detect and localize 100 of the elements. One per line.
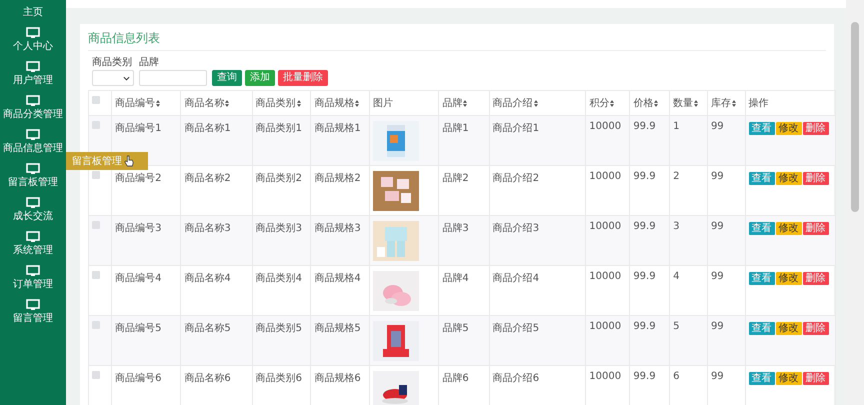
sort-icon[interactable] <box>225 100 230 106</box>
table-cell: 商品类别6 <box>256 373 302 384</box>
table-cell: 商品名称2 <box>184 173 231 184</box>
table-cell: 3 <box>673 221 680 232</box>
delete-button[interactable]: 删除 <box>802 172 829 185</box>
row-checkbox[interactable] <box>92 121 100 129</box>
table-cell: 商品类别3 <box>256 223 302 234</box>
column-header: 库存 <box>710 96 731 110</box>
row-checkbox[interactable] <box>92 221 100 229</box>
row-checkbox[interactable] <box>92 271 100 279</box>
column-header: 图片 <box>373 96 394 110</box>
sort-icon[interactable] <box>534 100 538 106</box>
table-cell: 商品名称4 <box>184 273 231 284</box>
monitor-icon <box>26 94 40 106</box>
sort-icon[interactable] <box>610 100 614 106</box>
sidebar-item[interactable]: 订单管理 <box>0 260 66 294</box>
table-cell: 商品类别2 <box>256 173 302 184</box>
table-cell: 商品规格4 <box>314 273 361 284</box>
table-cell: 商品名称3 <box>184 223 231 234</box>
brand-input[interactable] <box>139 70 207 86</box>
monitor-icon <box>26 230 40 242</box>
delete-button[interactable]: 批量删除 <box>278 70 328 86</box>
row-checkbox[interactable] <box>92 321 100 329</box>
table-cell: 99.9 <box>633 271 656 282</box>
edit-button[interactable]: 修改 <box>776 322 802 335</box>
sidebar-item[interactable]: 留言管理 <box>0 294 66 328</box>
edit-button[interactable]: 修改 <box>776 122 802 135</box>
edit-button[interactable]: 修改 <box>776 372 802 385</box>
edit-button[interactable]: 修改 <box>776 272 802 285</box>
view-button[interactable]: 查看 <box>748 172 775 185</box>
edit-button[interactable]: 修改 <box>776 172 802 185</box>
delete-button[interactable]: 删除 <box>802 122 829 135</box>
delete-button[interactable]: 删除 <box>802 222 829 235</box>
monitor-icon <box>26 60 40 72</box>
view-button[interactable]: 查看 <box>748 222 775 235</box>
sidebar-item[interactable]: 主页 <box>0 2 66 22</box>
table-cell: 商品编号3 <box>115 223 162 234</box>
column-header: 商品编号 <box>115 96 156 110</box>
hand-cursor-icon <box>124 155 134 167</box>
delete-button[interactable]: 删除 <box>802 272 829 285</box>
table-cell: 商品名称1 <box>184 123 231 134</box>
table-cell: 商品介绍6 <box>492 373 540 384</box>
sidebar-item[interactable]: 商品分类管理 <box>0 90 66 124</box>
table-cell: 品牌5 <box>442 323 469 334</box>
monitor-icon <box>26 196 40 208</box>
column-header: 商品类别 <box>256 96 296 110</box>
table-cell: 99.9 <box>633 371 656 382</box>
panel-title: 商品信息列表 <box>88 30 826 51</box>
table-cell: 商品编号6 <box>115 373 162 384</box>
sidebar-item[interactable]: 留言板管理 <box>0 158 66 192</box>
filter-label: 品牌 <box>139 56 160 69</box>
table-cell: 商品类别4 <box>256 273 302 284</box>
table-cell: 99.9 <box>633 321 656 332</box>
category-select[interactable] <box>92 70 134 86</box>
table-cell: 品牌6 <box>442 373 469 384</box>
edit-button[interactable]: 修改 <box>776 222 802 235</box>
view-button[interactable]: 查看 <box>748 322 775 335</box>
scrollbar[interactable] <box>846 0 864 405</box>
select-all-checkbox[interactable] <box>92 96 100 104</box>
delete-button[interactable]: 删除 <box>802 372 829 385</box>
sidebar-item[interactable]: 个人中心 <box>0 22 66 56</box>
table-cell: 99.9 <box>633 121 656 132</box>
row-checkbox[interactable] <box>92 171 100 179</box>
table-cell: 99.9 <box>633 171 656 182</box>
scrollbar-thumb[interactable] <box>851 22 859 212</box>
sidebar-item[interactable]: 成长交流 <box>0 192 66 226</box>
column-header: 数量 <box>673 97 694 110</box>
table-cell: 品牌1 <box>442 123 469 134</box>
table-cell: 商品介绍2 <box>492 173 540 184</box>
sort-icon[interactable] <box>355 100 360 106</box>
table-cell: 商品规格6 <box>314 373 361 384</box>
sort-icon[interactable] <box>694 100 698 106</box>
table-cell: 商品编号1 <box>115 123 162 134</box>
table-cell: 10000 <box>589 221 622 232</box>
delete-button[interactable]: 删除 <box>802 322 829 335</box>
sidebar-item[interactable]: 系统管理 <box>0 226 66 260</box>
sort-icon[interactable] <box>654 100 658 106</box>
column-header: 积分 <box>589 97 610 110</box>
monitor-icon <box>26 298 40 310</box>
sort-icon[interactable] <box>732 100 736 106</box>
sort-icon[interactable] <box>296 100 301 106</box>
table-cell: 10000 <box>589 321 622 332</box>
add-button[interactable]: 添加 <box>245 70 275 86</box>
view-button[interactable]: 查看 <box>748 122 775 135</box>
sort-icon[interactable] <box>463 100 468 106</box>
sidebar-item[interactable]: 商品信息管理 <box>0 124 66 158</box>
table-cell: 6 <box>673 371 680 382</box>
table-cell: 99 <box>710 371 724 382</box>
sort-icon[interactable] <box>156 100 160 106</box>
row-checkbox[interactable] <box>92 371 100 379</box>
view-button[interactable]: 查看 <box>748 372 775 385</box>
table-cell: 10000 <box>589 271 622 282</box>
sidebar-item[interactable]: 用户管理 <box>0 56 66 90</box>
table-cell: 1 <box>673 121 680 132</box>
table-cell: 商品规格2 <box>314 173 361 184</box>
table-cell: 商品类别1 <box>256 123 302 134</box>
search-button[interactable]: 查询 <box>212 70 242 86</box>
table-cell: 10000 <box>589 371 622 382</box>
view-button[interactable]: 查看 <box>748 272 775 285</box>
table-cell: 4 <box>673 271 680 282</box>
